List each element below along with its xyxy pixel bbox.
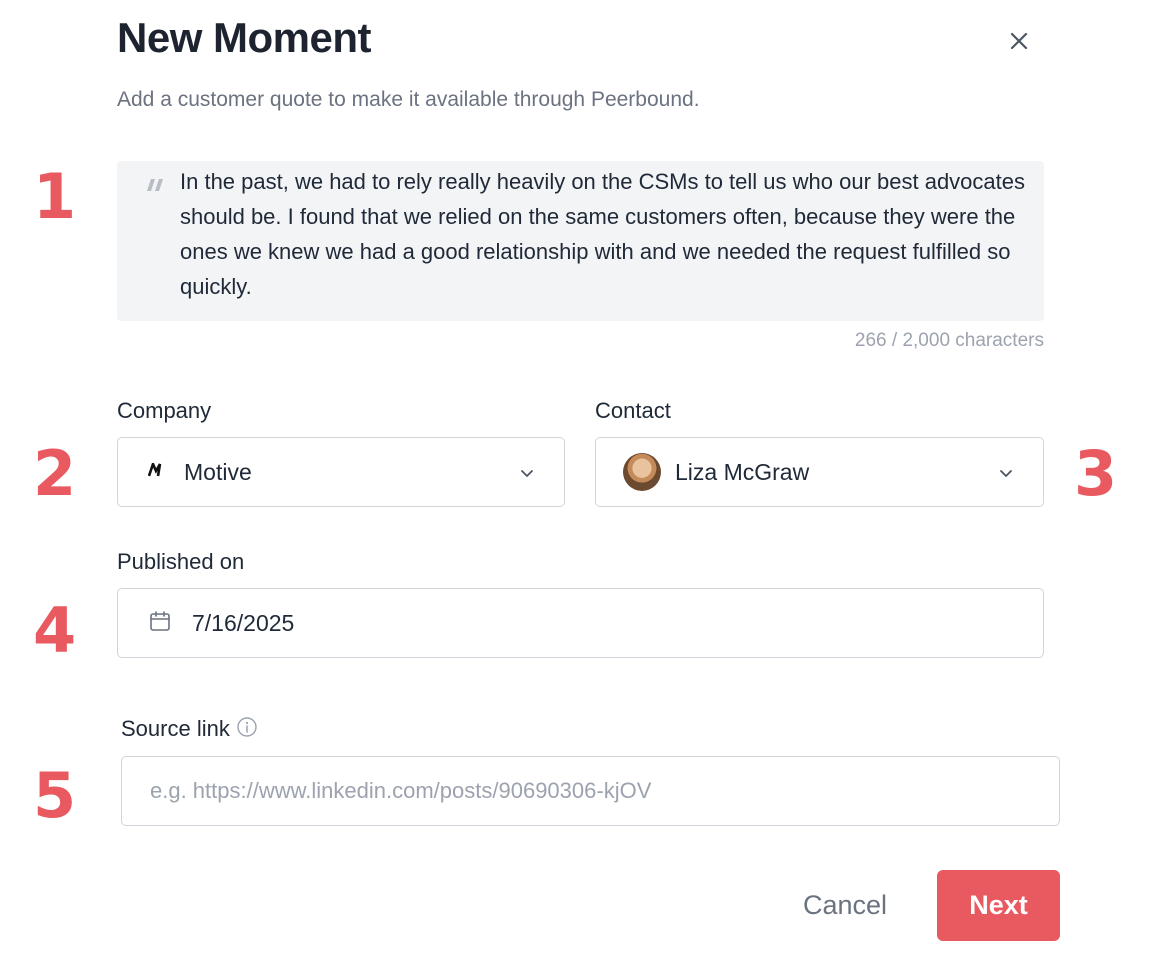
chevron-down-icon (997, 464, 1015, 487)
published-date-value: 7/16/2025 (192, 609, 295, 636)
company-value: Motive (184, 458, 252, 485)
next-button[interactable]: Next (937, 870, 1060, 941)
source-link-label: Source link (121, 716, 258, 744)
step-number-3: 3 (1074, 437, 1118, 510)
contact-label: Contact (595, 398, 671, 423)
motive-logo (147, 460, 166, 481)
company-select[interactable]: Motive (117, 437, 565, 507)
contact-select[interactable]: Liza McGraw (595, 437, 1044, 507)
calendar-icon (148, 609, 172, 638)
source-link-input[interactable] (122, 757, 1059, 825)
source-link-field[interactable] (121, 756, 1060, 826)
quote-text[interactable]: In the past, we had to rely really heavi… (180, 164, 1025, 304)
dialog-subtitle: Add a customer quote to make it availabl… (117, 88, 700, 111)
character-count: 266 / 2,000 characters (854, 330, 1044, 351)
chevron-down-icon (518, 464, 536, 487)
quote-textarea[interactable]: In the past, we had to rely really heavi… (117, 161, 1044, 321)
source-link-label-text: Source link (121, 716, 230, 741)
cancel-button[interactable]: Cancel (780, 873, 910, 937)
company-label: Company (117, 398, 212, 423)
step-number-4: 4 (33, 594, 77, 667)
contact-value: Liza McGraw (675, 458, 810, 485)
close-icon[interactable] (1004, 26, 1034, 56)
quote-mark-icon (145, 171, 165, 202)
step-number-5: 5 (33, 759, 77, 832)
info-icon[interactable] (236, 716, 258, 744)
step-number-2: 2 (33, 437, 77, 510)
dialog-title: New Moment (117, 14, 372, 61)
step-number-1: 1 (33, 160, 77, 233)
published-date-field[interactable]: 7/16/2025 (117, 588, 1044, 658)
avatar (623, 453, 661, 491)
published-on-label: Published on (117, 549, 245, 574)
